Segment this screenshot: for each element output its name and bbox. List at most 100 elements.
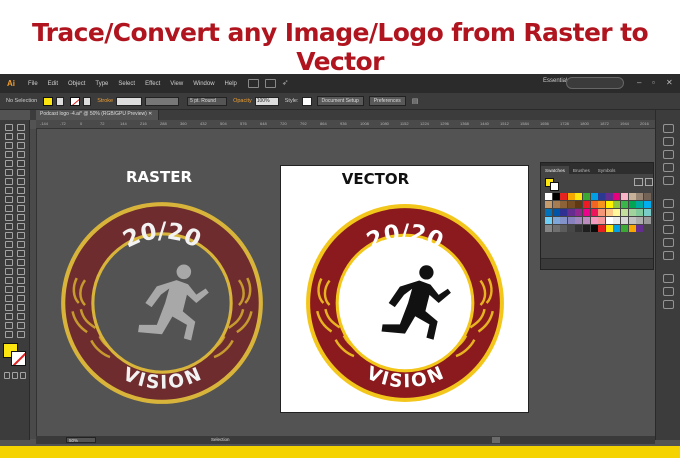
swatch[interactable] bbox=[605, 217, 613, 224]
tool-icon[interactable] bbox=[17, 187, 25, 194]
swatch[interactable] bbox=[590, 217, 598, 224]
swatch[interactable] bbox=[621, 217, 628, 224]
tool-icon[interactable] bbox=[5, 313, 13, 320]
tool-icon[interactable] bbox=[5, 214, 13, 221]
tool-icon[interactable] bbox=[17, 250, 25, 257]
swatch[interactable] bbox=[552, 201, 560, 208]
panel-dock-icon[interactable] bbox=[663, 150, 674, 159]
swatch[interactable] bbox=[598, 217, 606, 224]
tool-icon[interactable] bbox=[17, 142, 25, 149]
swatch[interactable] bbox=[583, 217, 590, 224]
menu-effect[interactable]: Effect bbox=[140, 81, 165, 87]
raster-logo[interactable]: 20/20 VISION bbox=[58, 199, 266, 407]
tool-icon[interactable] bbox=[5, 232, 13, 239]
tool-icon[interactable] bbox=[17, 205, 25, 212]
tool-icon[interactable] bbox=[17, 268, 25, 275]
swatch[interactable] bbox=[643, 209, 651, 216]
stroke-dropdown[interactable] bbox=[83, 96, 92, 106]
menu-file[interactable]: File bbox=[23, 81, 43, 87]
swatch[interactable] bbox=[643, 193, 651, 200]
brush-definition-dropdown[interactable]: 5 pt. Round bbox=[187, 96, 228, 106]
swatch[interactable] bbox=[621, 201, 628, 208]
stroke-swatch[interactable] bbox=[11, 351, 26, 366]
swatch[interactable] bbox=[575, 209, 583, 216]
tool-icon[interactable] bbox=[5, 331, 13, 338]
document-tab[interactable]: Podcast logo -4.ai* @ 50% (RGB/GPU Previ… bbox=[36, 110, 160, 120]
grid-view-icon[interactable] bbox=[645, 178, 653, 186]
swatch[interactable] bbox=[590, 209, 598, 216]
panel-dock-icon[interactable] bbox=[663, 225, 674, 234]
tab-brushes[interactable]: Brushes bbox=[569, 166, 594, 174]
tool-icon[interactable] bbox=[5, 223, 13, 230]
opacity-field[interactable]: 100% bbox=[254, 96, 279, 106]
tool-icon[interactable] bbox=[17, 295, 25, 302]
swatch[interactable] bbox=[567, 217, 575, 224]
zoom-field[interactable]: 50% bbox=[66, 437, 96, 443]
swatch[interactable] bbox=[583, 225, 590, 232]
tool-icon[interactable] bbox=[17, 169, 25, 176]
swatch[interactable] bbox=[560, 225, 568, 232]
tool-icon[interactable] bbox=[5, 241, 13, 248]
swatch[interactable] bbox=[545, 217, 552, 224]
preferences-button[interactable]: Preferences bbox=[368, 96, 406, 106]
screen-mode-icon[interactable] bbox=[4, 372, 10, 379]
vertical-ruler[interactable] bbox=[30, 129, 37, 439]
swatch[interactable] bbox=[605, 201, 613, 208]
minimize-icon[interactable]: – bbox=[637, 79, 641, 87]
panel-dock-icon[interactable] bbox=[663, 124, 674, 133]
close-icon[interactable]: ✕ bbox=[666, 79, 673, 87]
swatch[interactable] bbox=[583, 193, 590, 200]
swatch[interactable] bbox=[575, 225, 583, 232]
swatch[interactable] bbox=[545, 225, 552, 232]
menu-view[interactable]: View bbox=[165, 81, 188, 87]
document-setup-button[interactable]: Document Setup bbox=[316, 96, 364, 106]
stroke-weight-field[interactable] bbox=[116, 96, 143, 106]
variable-width-dropdown[interactable] bbox=[145, 96, 180, 106]
fill-dropdown[interactable] bbox=[56, 96, 65, 106]
tool-icon[interactable] bbox=[17, 160, 25, 167]
tab-swatches[interactable]: Swatches bbox=[541, 166, 569, 174]
list-view-icon[interactable] bbox=[634, 178, 643, 186]
swatch[interactable] bbox=[613, 201, 621, 208]
swatch[interactable] bbox=[552, 217, 560, 224]
swatch[interactable] bbox=[583, 209, 590, 216]
panel-dock-icon[interactable] bbox=[663, 199, 674, 208]
opacity-label[interactable]: Opacity bbox=[233, 98, 252, 104]
gpu-performance-icon[interactable]: ➶ bbox=[282, 79, 293, 88]
swatch[interactable] bbox=[605, 193, 613, 200]
tool-icon[interactable] bbox=[17, 286, 25, 293]
swatch[interactable] bbox=[628, 225, 636, 232]
tool-icon[interactable] bbox=[5, 286, 13, 293]
swatch[interactable] bbox=[605, 209, 613, 216]
tool-icon[interactable] bbox=[17, 331, 25, 338]
tool-icon[interactable] bbox=[17, 178, 25, 185]
swatch[interactable] bbox=[643, 201, 651, 208]
tool-icon[interactable] bbox=[5, 187, 13, 194]
swatch[interactable] bbox=[567, 209, 575, 216]
tool-icon[interactable] bbox=[5, 304, 13, 311]
tool-icon[interactable] bbox=[17, 196, 25, 203]
tool-icon[interactable] bbox=[17, 223, 25, 230]
tool-icon[interactable] bbox=[17, 241, 25, 248]
tool-icon[interactable] bbox=[5, 142, 13, 149]
swatch[interactable] bbox=[598, 225, 606, 232]
swatch[interactable] bbox=[567, 193, 575, 200]
swatch[interactable] bbox=[560, 193, 568, 200]
tool-icon[interactable] bbox=[17, 322, 25, 329]
swatch[interactable] bbox=[621, 209, 628, 216]
horizontal-scroll-thumb[interactable] bbox=[492, 437, 500, 443]
vector-logo[interactable]: 20/20 VISION bbox=[303, 201, 507, 405]
tool-icon[interactable] bbox=[5, 133, 13, 140]
panel-dock-icon[interactable] bbox=[663, 212, 674, 221]
tool-icon[interactable] bbox=[5, 124, 13, 131]
swatch[interactable] bbox=[636, 209, 644, 216]
swatch[interactable] bbox=[598, 209, 606, 216]
tool-icon[interactable] bbox=[17, 133, 25, 140]
swatch[interactable] bbox=[552, 193, 560, 200]
tool-icon[interactable] bbox=[5, 295, 13, 302]
swatch[interactable] bbox=[552, 209, 560, 216]
swatch[interactable] bbox=[545, 209, 552, 216]
tool-icon[interactable] bbox=[5, 160, 13, 167]
stroke-color-swatch[interactable] bbox=[70, 96, 81, 106]
swatch[interactable] bbox=[621, 193, 628, 200]
